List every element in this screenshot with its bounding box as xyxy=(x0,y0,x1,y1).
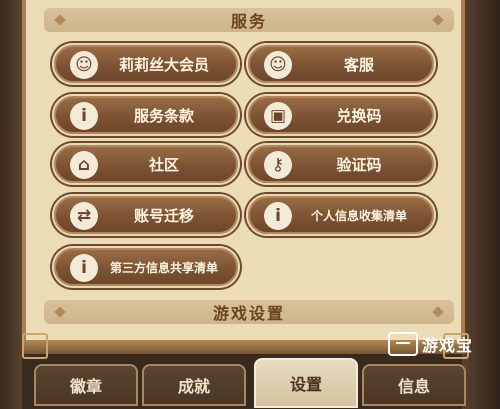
account-transfer-button[interactable]: ⇄ 账号迁移 xyxy=(52,194,240,236)
bottom-tab-bar: 徽章 成就 设置 信息 xyxy=(22,356,466,409)
info-icon: i xyxy=(264,202,292,230)
gamepad-icon xyxy=(388,332,418,356)
community-button[interactable]: ⌂ 社区 xyxy=(52,143,240,185)
third-party-sharing-list-button[interactable]: i 第三方信息共享清单 xyxy=(52,246,240,288)
personal-info-list-button[interactable]: i 个人信息收集清单 xyxy=(246,194,436,236)
watermark: 游戏宝 xyxy=(388,325,500,363)
gift-icon: ▣ xyxy=(264,102,292,130)
terms-of-service-button[interactable]: i 服务条款 xyxy=(52,94,240,136)
diamond-icon xyxy=(432,306,444,318)
headset-icon: ☺ xyxy=(264,51,292,79)
frame-left xyxy=(0,0,22,409)
section-header-service: 服务 xyxy=(44,8,454,32)
lilith-vip-button[interactable]: ☺ 莉莉丝大会员 xyxy=(52,43,240,85)
home-icon: ⌂ xyxy=(70,151,98,179)
info-icon: i xyxy=(70,254,98,282)
transfer-icon: ⇄ xyxy=(70,202,98,230)
info-icon: i xyxy=(70,102,98,130)
section-header-game-settings: 游戏设置 xyxy=(44,300,454,324)
section-title: 服务 xyxy=(230,12,267,31)
diamond-icon xyxy=(432,14,444,26)
key-icon: ⚷ xyxy=(264,151,292,179)
tab-achievements[interactable]: 成就 xyxy=(142,364,246,406)
tab-badges[interactable]: 徽章 xyxy=(34,364,138,406)
tab-info[interactable]: 信息 xyxy=(362,364,466,406)
diamond-icon xyxy=(54,306,66,318)
tab-settings[interactable]: 设置 xyxy=(254,358,358,408)
redeem-code-button[interactable]: ▣ 兑换码 xyxy=(246,94,436,136)
diamond-icon xyxy=(54,14,66,26)
headset-icon: ☺ xyxy=(70,51,98,79)
verification-code-button[interactable]: ⚷ 验证码 xyxy=(246,143,436,185)
section-title: 游戏设置 xyxy=(212,304,285,323)
customer-service-button[interactable]: ☺ 客服 xyxy=(246,43,436,85)
